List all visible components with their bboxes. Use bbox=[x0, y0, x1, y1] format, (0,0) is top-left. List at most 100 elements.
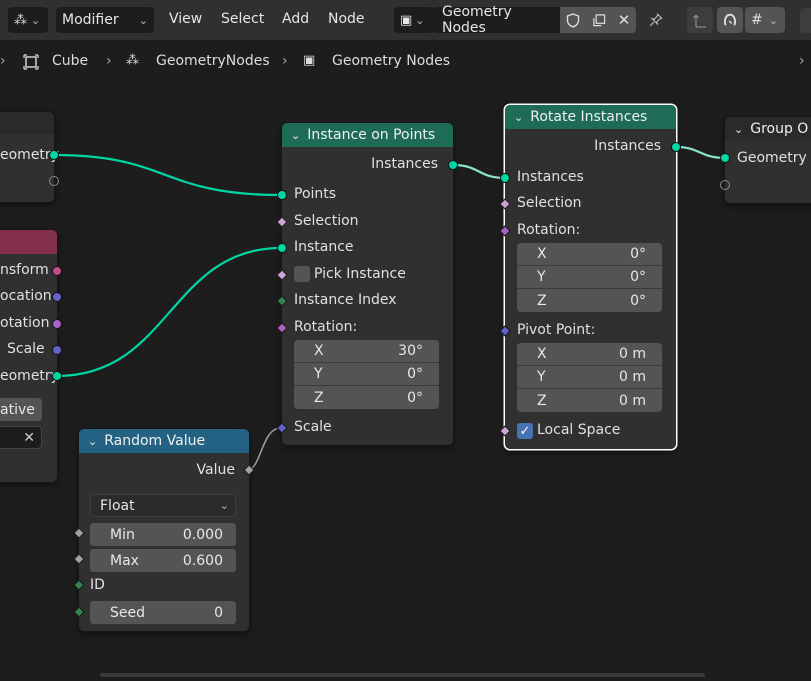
axis-label: Z bbox=[314, 389, 324, 406]
axis-label: Z bbox=[537, 392, 547, 409]
output-label: nsform bbox=[0, 262, 49, 278]
axis-label: X bbox=[537, 346, 547, 362]
instances-output-socket[interactable] bbox=[448, 160, 458, 170]
scale-output-socket[interactable] bbox=[52, 345, 62, 355]
node-header bbox=[0, 230, 57, 254]
output-label: Scale bbox=[7, 341, 45, 357]
pivot-y-field[interactable]: Y 0 m bbox=[517, 366, 662, 389]
axis-label: Z bbox=[537, 292, 547, 309]
output-label: eometry bbox=[0, 368, 59, 384]
collapse-chevron-icon[interactable]: ⌄ bbox=[514, 111, 523, 124]
transform-geometry-node[interactable]: nsform ocation otation Scale eometry ati… bbox=[0, 230, 59, 482]
node-header[interactable]: ⌄ Instance on Points bbox=[282, 123, 453, 147]
max-value: 0.600 bbox=[182, 552, 223, 569]
group-output-node[interactable]: ⌄ Group O Geometry bbox=[725, 117, 811, 203]
link-instances-to-instances[interactable] bbox=[452, 163, 506, 180]
rotation-z-field[interactable]: Z 0° bbox=[294, 386, 439, 409]
points-input-socket[interactable] bbox=[277, 190, 287, 200]
geometry-output-socket[interactable] bbox=[49, 150, 59, 160]
axis-value: 0° bbox=[407, 366, 423, 382]
data-type-label: Float bbox=[100, 497, 135, 514]
rotation-x-field[interactable]: X 30° bbox=[294, 340, 439, 363]
pivot-x-field[interactable]: X 0 m bbox=[517, 343, 662, 366]
axis-label: Y bbox=[537, 369, 546, 385]
location-output-socket[interactable] bbox=[52, 292, 62, 302]
min-label: Min bbox=[110, 526, 135, 543]
axis-value: 0 m bbox=[619, 392, 646, 409]
horizontal-scrollbar[interactable] bbox=[100, 673, 705, 677]
node-header[interactable]: ⌄ Rotate Instances bbox=[505, 105, 676, 129]
axis-value: 0° bbox=[630, 269, 646, 285]
axis-label: Y bbox=[314, 366, 323, 382]
link-instances-to-group-output[interactable] bbox=[675, 145, 726, 160]
seed-label: Seed bbox=[110, 604, 145, 621]
collapse-chevron-icon[interactable]: ⌄ bbox=[734, 123, 743, 136]
output-label-instances: Instances bbox=[594, 138, 661, 154]
data-type-dropdown[interactable]: Float ⌄ bbox=[90, 494, 236, 517]
axis-label: X bbox=[537, 246, 547, 262]
node-title: Rotate Instances bbox=[530, 109, 648, 125]
pivot-z-field[interactable]: Z 0 m bbox=[517, 389, 662, 412]
instances-input-socket[interactable] bbox=[500, 173, 510, 183]
instance-on-points-node[interactable]: ⌄ Instance on Points Instances Points Se… bbox=[282, 123, 453, 445]
empty-output-socket[interactable] bbox=[49, 176, 59, 186]
input-label-id: ID bbox=[90, 577, 105, 593]
rotate-instances-node[interactable]: ⌄ Rotate Instances Instances Instances S… bbox=[505, 105, 676, 449]
rotation-vector-field[interactable]: X 30° Y 0° Z 0° bbox=[294, 340, 439, 409]
node-header bbox=[0, 112, 54, 134]
node-header[interactable]: ⌄ Random Value bbox=[79, 429, 249, 453]
axis-value: 30° bbox=[398, 343, 423, 359]
axis-label: Y bbox=[537, 269, 546, 285]
rotation-x-field[interactable]: X 0° bbox=[517, 243, 662, 266]
mode-button-label: ative bbox=[0, 401, 35, 418]
instance-input-socket[interactable] bbox=[277, 243, 287, 253]
min-value: 0.000 bbox=[182, 526, 223, 543]
geometry-output-socket[interactable] bbox=[52, 371, 62, 381]
local-space-checkbox[interactable]: ✓ bbox=[517, 423, 533, 439]
input-label-selection: Selection bbox=[294, 213, 359, 229]
geometry-input-socket[interactable] bbox=[720, 153, 730, 163]
max-field[interactable]: Max 0.600 bbox=[90, 549, 236, 572]
axis-value: 0 m bbox=[619, 346, 646, 362]
node-title: Instance on Points bbox=[307, 127, 436, 143]
rotation-z-field[interactable]: Z 0° bbox=[517, 289, 662, 312]
axis-value: 0° bbox=[407, 389, 423, 406]
collapse-chevron-icon[interactable]: ⌄ bbox=[291, 129, 300, 142]
rotation-y-field[interactable]: Y 0° bbox=[294, 363, 439, 386]
random-value-node[interactable]: ⌄ Random Value Value Float ⌄ Min 0.000 M… bbox=[79, 429, 249, 631]
input-label-geometry: Geometry bbox=[737, 150, 807, 166]
axis-value: 0° bbox=[630, 292, 646, 309]
mode-button[interactable]: ative bbox=[0, 398, 42, 421]
pivot-vector-field[interactable]: X 0 m Y 0 m Z 0 m bbox=[517, 343, 662, 412]
empty-input-socket[interactable] bbox=[720, 180, 730, 190]
object-field[interactable]: ✕ bbox=[0, 426, 42, 449]
max-label: Max bbox=[110, 552, 139, 569]
output-label-instances: Instances bbox=[371, 156, 438, 172]
input-label-instances: Instances bbox=[517, 169, 584, 185]
seed-field[interactable]: Seed 0 bbox=[90, 601, 236, 624]
min-field[interactable]: Min 0.000 bbox=[90, 523, 236, 546]
link-value-to-scale[interactable] bbox=[248, 427, 282, 471]
input-label-local-space: Local Space bbox=[537, 422, 621, 438]
link-geometry-to-instance[interactable] bbox=[56, 246, 282, 378]
rotation-output-socket[interactable] bbox=[52, 319, 62, 329]
input-label-scale: Scale bbox=[294, 419, 332, 435]
input-label-pivot-point: Pivot Point: bbox=[517, 322, 596, 338]
node-header[interactable]: ⌄ Group O bbox=[725, 117, 811, 141]
group-input-node[interactable]: eometry bbox=[0, 112, 59, 202]
seed-value: 0 bbox=[214, 604, 223, 621]
collapse-chevron-icon[interactable]: ⌄ bbox=[88, 435, 97, 448]
transform-output-socket[interactable] bbox=[52, 266, 62, 276]
input-label-selection: Selection bbox=[517, 195, 582, 211]
pick-instance-checkbox[interactable] bbox=[294, 266, 310, 282]
input-label-rotation: Rotation: bbox=[294, 319, 358, 335]
axis-value: 0 m bbox=[619, 369, 646, 385]
rotation-y-field[interactable]: Y 0° bbox=[517, 266, 662, 289]
node-title: Random Value bbox=[104, 433, 206, 449]
close-icon: ✕ bbox=[23, 429, 35, 446]
input-label-rotation: Rotation: bbox=[517, 222, 581, 238]
input-label-instance-index: Instance Index bbox=[294, 292, 397, 308]
instances-output-socket[interactable] bbox=[671, 142, 681, 152]
rotation-vector-field[interactable]: X 0° Y 0° Z 0° bbox=[517, 243, 662, 312]
link-geometry-to-points[interactable] bbox=[53, 153, 282, 197]
